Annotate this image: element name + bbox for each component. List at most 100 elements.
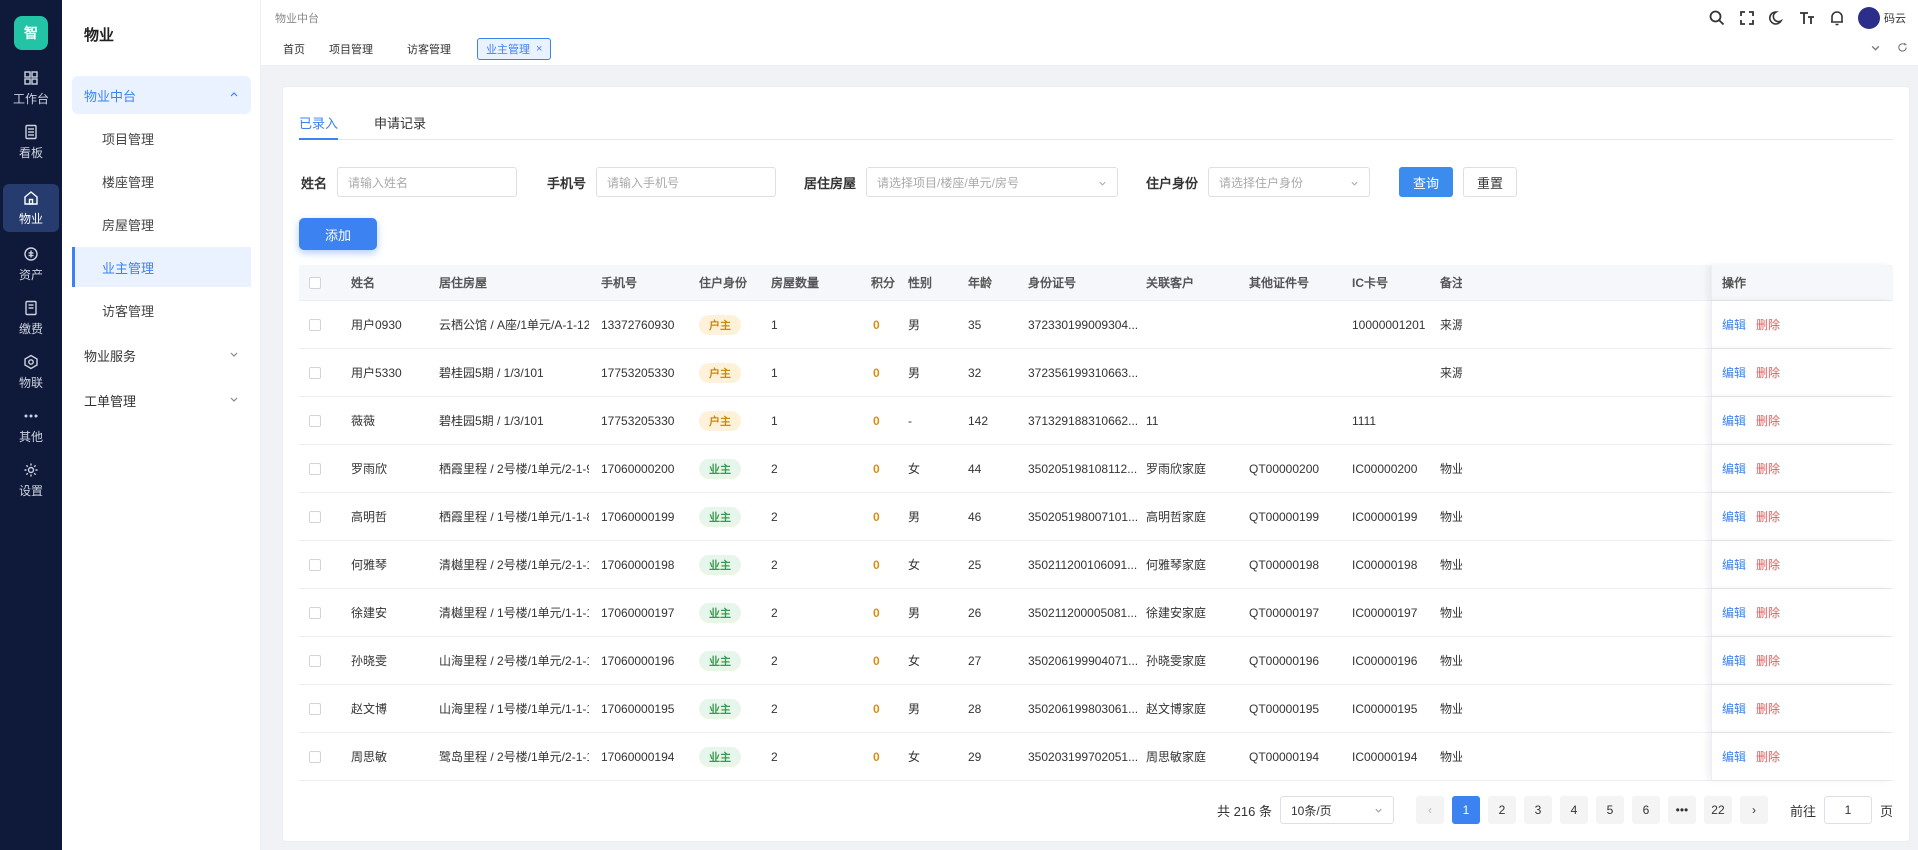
rail-item-assets[interactable]: 资产 xyxy=(3,240,59,288)
sidebar-group-service[interactable]: 物业服务 xyxy=(72,336,251,374)
row-checkbox[interactable] xyxy=(309,414,321,427)
delete-button[interactable]: 删除 xyxy=(1756,700,1780,717)
cell-house: 清樾里程 / 1号楼/1单元/1-1-1... xyxy=(439,606,589,620)
edit-button[interactable]: 编辑 xyxy=(1722,412,1746,429)
rail-item-board[interactable]: 看板 xyxy=(3,118,59,166)
rail-item-property[interactable]: 物业 xyxy=(3,184,59,232)
page-button[interactable]: 4 xyxy=(1559,796,1588,824)
name-input[interactable]: 请输入姓名 xyxy=(337,167,518,197)
edit-button[interactable]: 编辑 xyxy=(1722,364,1746,381)
row-checkbox[interactable] xyxy=(309,462,321,475)
prev-page-button[interactable]: ‹ xyxy=(1415,796,1444,824)
edit-button[interactable]: 编辑 xyxy=(1722,316,1746,333)
avatar[interactable] xyxy=(1858,7,1880,29)
rail-item-iot[interactable]: 物联 xyxy=(3,348,59,396)
page-button[interactable]: 3 xyxy=(1523,796,1552,824)
rail-item-billing[interactable]: 缴费 xyxy=(3,294,59,342)
sidebar-item-house[interactable]: 房屋管理 xyxy=(72,204,251,244)
cell-identity: 业主 xyxy=(699,493,741,540)
delete-button[interactable]: 删除 xyxy=(1756,604,1780,621)
rail-item-workbench[interactable]: 工作台 xyxy=(3,64,59,112)
row-checkbox[interactable] xyxy=(309,654,321,667)
row-select-cell xyxy=(309,397,321,444)
sidebar-item-building[interactable]: 楼座管理 xyxy=(72,161,251,201)
sidebar-group-ticket[interactable]: 工单管理 xyxy=(72,381,251,419)
tab-registered[interactable]: 已录入 xyxy=(299,113,339,140)
tab-owner[interactable]: 业主管理 × xyxy=(477,38,552,60)
edit-button[interactable]: 编辑 xyxy=(1722,652,1746,669)
cell-idno: 372356199310663... xyxy=(1028,365,1139,380)
font-size-icon[interactable] xyxy=(1798,9,1816,27)
cell-name: 周思敏 xyxy=(351,750,388,764)
query-button[interactable]: 查询 xyxy=(1399,167,1453,197)
delete-button[interactable]: 删除 xyxy=(1756,412,1780,429)
page-button[interactable]: 6 xyxy=(1631,796,1660,824)
row-actions: 编辑 删除 xyxy=(1711,445,1893,492)
refresh-icon[interactable] xyxy=(1897,42,1908,53)
row-checkbox[interactable] xyxy=(309,606,321,619)
edit-button[interactable]: 编辑 xyxy=(1722,460,1746,477)
toolbar: 码云 xyxy=(1708,7,1906,29)
cell-name: 赵文博 xyxy=(351,702,388,716)
edit-button[interactable]: 编辑 xyxy=(1722,700,1746,717)
tab-project[interactable]: 项目管理 xyxy=(321,38,381,60)
house-select[interactable]: 请选择项目/楼座/单元/房号 xyxy=(866,167,1119,197)
user-name[interactable]: 码云 xyxy=(1884,10,1906,26)
page-button[interactable]: 2 xyxy=(1487,796,1516,824)
edit-button[interactable]: 编辑 xyxy=(1722,508,1746,525)
sidebar-item-visitor[interactable]: 访客管理 xyxy=(72,290,251,330)
goto-page-input[interactable]: 1 xyxy=(1823,796,1872,824)
edit-button[interactable]: 编辑 xyxy=(1722,604,1746,621)
sidebar-item-owner[interactable]: 业主管理 xyxy=(72,247,251,287)
reset-button[interactable]: 重置 xyxy=(1463,167,1517,197)
page-button[interactable]: 1 xyxy=(1451,796,1480,824)
delete-button[interactable]: 删除 xyxy=(1756,364,1780,381)
row-checkbox[interactable] xyxy=(309,318,321,331)
chevron-down-icon[interactable] xyxy=(1870,42,1881,53)
delete-button[interactable]: 删除 xyxy=(1756,460,1780,477)
row-checkbox[interactable] xyxy=(309,750,321,763)
page-button[interactable]: 22 xyxy=(1703,796,1732,824)
tab-visitor[interactable]: 访客管理 xyxy=(399,38,459,60)
cell-phone: 17753205330 xyxy=(601,413,675,428)
delete-button[interactable]: 删除 xyxy=(1756,556,1780,573)
identity-select[interactable]: 请选择住户身份 xyxy=(1208,167,1371,197)
close-icon[interactable]: × xyxy=(536,43,542,55)
search-icon[interactable] xyxy=(1708,9,1726,27)
edit-button[interactable]: 编辑 xyxy=(1722,748,1746,765)
delete-button[interactable]: 删除 xyxy=(1756,652,1780,669)
cell-phone: 17753205330 xyxy=(601,365,675,380)
phone-input[interactable]: 请输入手机号 xyxy=(596,167,777,197)
delete-button[interactable]: 删除 xyxy=(1756,508,1780,525)
table-row: 用户0930 云栖公馆 / A座/1单元/A-1-1201 13372760930 户… xyxy=(299,301,1893,349)
identity-badge: 业主 xyxy=(699,602,741,623)
delete-button[interactable]: 删除 xyxy=(1756,748,1780,765)
rail-item-other[interactable]: 其他 xyxy=(3,402,59,450)
next-page-button[interactable]: › xyxy=(1739,796,1768,824)
cell-identity: 户主 xyxy=(699,397,741,444)
sidebar-item-project[interactable]: 项目管理 xyxy=(72,118,251,158)
col-name: 姓名 xyxy=(351,276,376,290)
tab-applications[interactable]: 申请记录 xyxy=(374,113,426,140)
bill-icon xyxy=(25,300,37,315)
edit-button[interactable]: 编辑 xyxy=(1722,556,1746,573)
page-button[interactable]: 5 xyxy=(1595,796,1624,824)
sidebar-group-center[interactable]: 物业中台 xyxy=(72,76,251,114)
moon-icon[interactable] xyxy=(1768,9,1786,27)
row-checkbox[interactable] xyxy=(309,366,321,379)
row-checkbox[interactable] xyxy=(309,510,321,523)
select-all-checkbox[interactable] xyxy=(309,276,321,289)
identity-badge: 户主 xyxy=(699,362,741,383)
select-all-cell xyxy=(309,265,321,300)
add-button[interactable]: 添加 xyxy=(299,218,377,250)
bell-icon[interactable] xyxy=(1828,9,1846,27)
col-otherid: 其他证件号 xyxy=(1249,276,1310,290)
fullscreen-icon[interactable] xyxy=(1738,9,1756,27)
rail-item-settings[interactable]: 设置 xyxy=(3,456,59,504)
delete-button[interactable]: 删除 xyxy=(1756,316,1780,333)
tab-home[interactable]: 首页 xyxy=(275,38,313,60)
page-ellipsis[interactable]: ••• xyxy=(1667,796,1696,824)
row-checkbox[interactable] xyxy=(309,558,321,571)
row-checkbox[interactable] xyxy=(309,702,321,715)
page-size-select[interactable]: 10条/页 xyxy=(1279,796,1394,824)
